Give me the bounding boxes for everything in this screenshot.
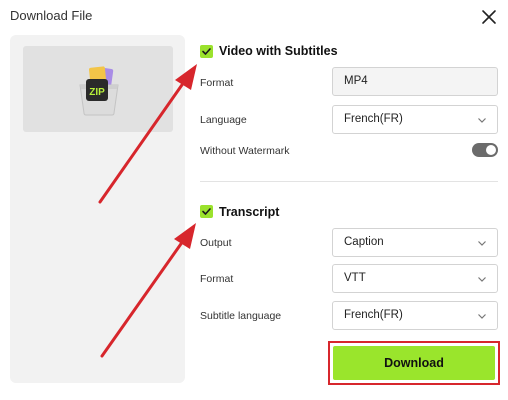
transcript-checkbox[interactable]: [200, 205, 213, 218]
subtitle-language-value: French(FR): [344, 309, 403, 321]
video-format-value: MP4: [344, 75, 368, 87]
close-icon[interactable]: [480, 8, 498, 26]
toggle-knob: [486, 145, 496, 155]
download-button[interactable]: Download: [333, 346, 495, 380]
zip-icon-text: ZIP: [89, 87, 105, 98]
transcript-output-label: Output: [200, 237, 232, 249]
video-format-label: Format: [200, 77, 234, 89]
checkmark-icon: [202, 208, 211, 215]
video-subtitles-title: Video with Subtitles: [219, 44, 338, 58]
transcript-output-select[interactable]: Caption: [332, 228, 498, 257]
chevron-down-icon: [478, 241, 486, 246]
video-subtitles-checkbox[interactable]: [200, 45, 213, 58]
download-file-dialog: Download File ZIP Video with Subtitles F…: [0, 0, 508, 400]
watermark-toggle[interactable]: [472, 143, 498, 157]
subtitle-language-label: Subtitle language: [200, 310, 282, 322]
watermark-label: Without Watermark: [200, 145, 290, 157]
transcript-format-label: Format: [200, 273, 234, 285]
chevron-down-icon: [478, 277, 486, 282]
download-highlight-box: Download: [328, 341, 500, 385]
subtitle-language-select[interactable]: French(FR): [332, 301, 498, 330]
section-divider: [200, 181, 498, 182]
video-format-field: MP4: [332, 67, 498, 96]
video-language-value: French(FR): [344, 113, 403, 125]
transcript-title: Transcript: [219, 205, 280, 219]
checkmark-icon: [202, 48, 211, 55]
video-language-select[interactable]: French(FR): [332, 105, 498, 134]
transcript-output-value: Caption: [344, 236, 384, 248]
chevron-down-icon: [478, 314, 486, 319]
dialog-title: Download File: [10, 8, 93, 23]
video-language-label: Language: [200, 114, 247, 126]
zip-file-icon: ZIP: [79, 66, 119, 116]
transcript-format-value: VTT: [344, 272, 366, 284]
transcript-format-select[interactable]: VTT: [332, 264, 498, 293]
chevron-down-icon: [478, 118, 486, 123]
